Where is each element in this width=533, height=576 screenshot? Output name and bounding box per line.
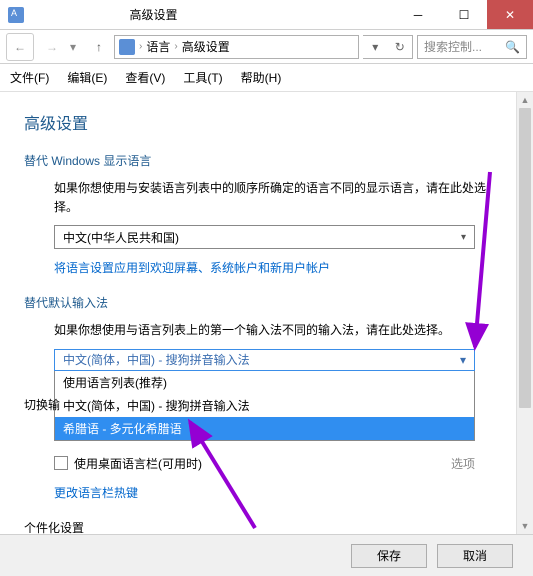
desktop-lang-bar-checkbox[interactable] <box>54 456 68 470</box>
menu-view[interactable]: 查看(V) <box>125 69 165 86</box>
change-hotkey-link[interactable]: 更改语言栏热键 <box>54 484 138 501</box>
dropdown-option-sogou[interactable]: 中文(简体，中国) - 搜狗拼音输入法 <box>55 394 474 417</box>
nav-forward-button[interactable]: → <box>38 33 66 61</box>
menu-help[interactable]: 帮助(H) <box>241 69 282 86</box>
search-placeholder: 搜索控制... <box>424 38 482 55</box>
dropdown-option-greek[interactable]: 希腊语 - 多元化希腊语 <box>55 417 474 440</box>
chevron-right-icon: › <box>139 41 142 52</box>
breadcrumb-item-advanced[interactable]: 高级设置 <box>182 38 230 55</box>
breadcrumb[interactable]: › 语言 › 高级设置 <box>114 35 359 59</box>
location-icon <box>119 39 135 55</box>
section-switch-input-header: 切换输 <box>24 396 60 413</box>
window-title: 高级设置 <box>32 6 395 23</box>
search-input[interactable]: 搜索控制... 🔍 <box>417 35 527 59</box>
section-input-method-desc: 如果你想使用与语言列表上的第一个输入法不同的输入法，请在此处选择。 <box>54 321 505 340</box>
chevron-down-icon: ▾ <box>461 232 466 243</box>
input-method-dropdown: 使用语言列表(推荐) 中文(简体，中国) - 搜狗拼音输入法 希腊语 - 多元化… <box>54 371 475 441</box>
minimize-button[interactable]: ─ <box>395 0 441 29</box>
nav-back-button[interactable]: ← <box>6 33 34 61</box>
scroll-up-button[interactable]: ▲ <box>517 92 533 108</box>
page-title: 高级设置 <box>24 110 505 134</box>
options-link[interactable]: 选项 <box>451 455 475 472</box>
search-icon: 🔍 <box>505 40 520 54</box>
section-display-language-header: 替代 Windows 显示语言 <box>24 152 505 169</box>
scroll-down-button[interactable]: ▼ <box>517 518 533 534</box>
maximize-button[interactable]: ☐ <box>441 0 487 29</box>
nav-up-button[interactable]: ↑ <box>88 36 110 58</box>
refresh-button[interactable]: ↻ <box>388 36 413 58</box>
nav-history-dropdown[interactable]: ▾ <box>70 40 84 54</box>
chevron-right-icon: › <box>174 41 177 52</box>
chevron-down-icon: ▾ <box>460 353 466 367</box>
scrollbar[interactable]: ▲ ▼ <box>516 92 533 534</box>
display-language-combo[interactable]: 中文(中华人民共和国) ▾ <box>54 225 475 249</box>
save-button[interactable]: 保存 <box>351 544 427 568</box>
app-icon <box>8 7 24 23</box>
apply-language-link[interactable]: 将语言设置应用到欢迎屏幕、系统帐户和新用户帐户 <box>54 259 330 276</box>
breadcrumb-dropdown-button[interactable]: ▾ <box>363 36 388 58</box>
section-personalization-header: 个件化设置 <box>24 519 84 534</box>
menu-edit[interactable]: 编辑(E) <box>67 69 107 86</box>
section-input-method-header: 替代默认输入法 <box>24 294 505 311</box>
breadcrumb-item-language[interactable]: 语言 <box>146 38 170 55</box>
cancel-button[interactable]: 取消 <box>437 544 513 568</box>
close-button[interactable]: ✕ <box>487 0 533 29</box>
input-method-value: 中文(简体，中国) - 搜狗拼音输入法 <box>63 351 250 368</box>
dropdown-option-recommended[interactable]: 使用语言列表(推荐) <box>55 371 474 394</box>
input-method-combo[interactable]: 中文(简体，中国) - 搜狗拼音输入法 ▾ <box>54 349 475 371</box>
menu-tools[interactable]: 工具(T) <box>183 69 222 86</box>
section-display-language-desc: 如果你想使用与安装语言列表中的顺序所确定的语言不同的显示语言，请在此处选择。 <box>54 179 505 217</box>
scroll-thumb[interactable] <box>519 108 531 408</box>
menu-file[interactable]: 文件(F) <box>10 69 49 86</box>
desktop-lang-bar-label: 使用桌面语言栏(可用时) <box>74 455 202 472</box>
display-language-value: 中文(中华人民共和国) <box>63 229 179 246</box>
